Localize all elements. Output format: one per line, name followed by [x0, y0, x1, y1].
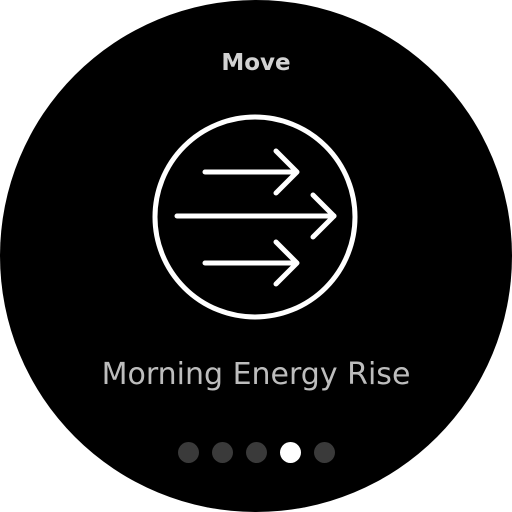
- page-dot: [245, 441, 267, 463]
- page-dot: [313, 441, 335, 463]
- page-dot: [211, 441, 233, 463]
- forward-arrows-icon: [152, 114, 358, 320]
- session-card-icon-button[interactable]: [150, 112, 360, 322]
- page-dot: [177, 441, 199, 463]
- watch-screen: Move Morning Energy Rise: [0, 0, 512, 512]
- category-title: Move: [221, 50, 291, 76]
- page-dot-active: [279, 441, 301, 463]
- page-indicator: [0, 441, 512, 463]
- session-title: Morning Energy Rise: [101, 357, 411, 392]
